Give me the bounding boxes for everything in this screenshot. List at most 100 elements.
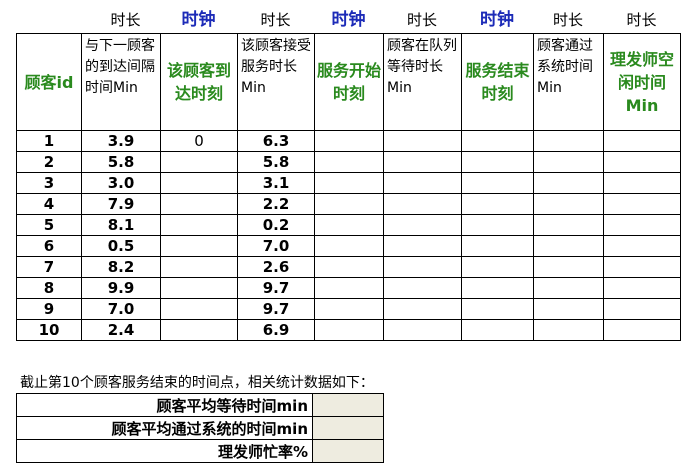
cell-arrival-time[interactable] bbox=[160, 235, 238, 257]
header-service-duration: 该顾客接受服务时长Min bbox=[237, 33, 315, 131]
cell-service-start[interactable] bbox=[314, 298, 384, 320]
cell-queue-wait[interactable] bbox=[383, 130, 462, 152]
table-row: 9 7.0 9.7 bbox=[16, 298, 681, 320]
cell-arrival-time[interactable]: 0 bbox=[160, 130, 238, 152]
cell-customer-id[interactable]: 10 bbox=[16, 319, 82, 341]
cell-barber-idle[interactable] bbox=[603, 277, 681, 299]
cell-queue-wait[interactable] bbox=[383, 235, 462, 257]
cell-system-time[interactable] bbox=[533, 256, 604, 278]
cell-system-time[interactable] bbox=[533, 193, 604, 215]
cell-customer-id[interactable]: 2 bbox=[16, 151, 82, 173]
cell-service-duration[interactable]: 7.0 bbox=[237, 235, 315, 257]
cell-customer-id[interactable]: 8 bbox=[16, 277, 82, 299]
stat-value-avg-wait[interactable] bbox=[312, 393, 384, 417]
cell-service-end[interactable] bbox=[461, 214, 534, 236]
cell-arrival-interval[interactable]: 8.2 bbox=[81, 256, 161, 278]
cell-arrival-interval[interactable]: 3.9 bbox=[81, 130, 161, 152]
cell-service-duration[interactable]: 9.7 bbox=[237, 277, 315, 299]
cell-arrival-interval[interactable]: 9.9 bbox=[81, 277, 161, 299]
cell-barber-idle[interactable] bbox=[603, 151, 681, 173]
cell-customer-id[interactable]: 5 bbox=[16, 214, 82, 236]
cell-queue-wait[interactable] bbox=[383, 151, 462, 173]
cell-arrival-time[interactable] bbox=[160, 151, 238, 173]
cell-service-start[interactable] bbox=[314, 130, 384, 152]
cell-queue-wait[interactable] bbox=[383, 319, 462, 341]
cell-arrival-time[interactable] bbox=[160, 172, 238, 194]
cell-arrival-time[interactable] bbox=[160, 277, 238, 299]
cell-service-start[interactable] bbox=[314, 172, 384, 194]
stats-row: 顾客平均等待时间min bbox=[16, 393, 384, 417]
cell-service-start[interactable] bbox=[314, 214, 384, 236]
cell-service-duration[interactable]: 5.8 bbox=[237, 151, 315, 173]
cell-customer-id[interactable]: 3 bbox=[16, 172, 82, 194]
cell-service-start[interactable] bbox=[314, 235, 384, 257]
cell-queue-wait[interactable] bbox=[383, 256, 462, 278]
cell-service-duration[interactable]: 9.7 bbox=[237, 298, 315, 320]
cell-queue-wait[interactable] bbox=[383, 172, 462, 194]
cell-system-time[interactable] bbox=[533, 319, 604, 341]
cell-arrival-interval[interactable]: 3.0 bbox=[81, 172, 161, 194]
cell-queue-wait[interactable] bbox=[383, 277, 462, 299]
type-label-duration: 时长 bbox=[260, 11, 291, 29]
cell-customer-id[interactable]: 9 bbox=[16, 298, 82, 320]
cell-barber-idle[interactable] bbox=[603, 319, 681, 341]
cell-barber-idle[interactable] bbox=[603, 298, 681, 320]
cell-customer-id[interactable]: 7 bbox=[16, 256, 82, 278]
cell-arrival-interval[interactable]: 7.9 bbox=[81, 193, 161, 215]
cell-service-duration[interactable]: 0.2 bbox=[237, 214, 315, 236]
cell-system-time[interactable] bbox=[533, 172, 604, 194]
cell-service-end[interactable] bbox=[461, 277, 534, 299]
cell-arrival-time[interactable] bbox=[160, 298, 238, 320]
table-header-row: 顾客id 与下一顾客的到达间隔时间Min 该顾客到达时刻 该顾客接受服务时长Mi… bbox=[16, 33, 681, 131]
cell-arrival-time[interactable] bbox=[160, 319, 238, 341]
table-row: 4 7.9 2.2 bbox=[16, 193, 681, 215]
cell-system-time[interactable] bbox=[533, 277, 604, 299]
cell-service-duration[interactable]: 2.2 bbox=[237, 193, 315, 215]
cell-service-end[interactable] bbox=[461, 298, 534, 320]
cell-barber-idle[interactable] bbox=[603, 214, 681, 236]
cell-barber-idle[interactable] bbox=[603, 193, 681, 215]
cell-service-duration[interactable]: 2.6 bbox=[237, 256, 315, 278]
cell-system-time[interactable] bbox=[533, 214, 604, 236]
cell-barber-idle[interactable] bbox=[603, 130, 681, 152]
cell-service-start[interactable] bbox=[314, 277, 384, 299]
cell-arrival-interval[interactable]: 2.4 bbox=[81, 319, 161, 341]
cell-customer-id[interactable]: 1 bbox=[16, 130, 82, 152]
cell-customer-id[interactable]: 6 bbox=[16, 235, 82, 257]
cell-service-start[interactable] bbox=[314, 193, 384, 215]
cell-system-time[interactable] bbox=[533, 130, 604, 152]
cell-customer-id[interactable]: 4 bbox=[16, 193, 82, 215]
cell-arrival-interval[interactable]: 7.0 bbox=[81, 298, 161, 320]
cell-service-start[interactable] bbox=[314, 151, 384, 173]
cell-arrival-interval[interactable]: 5.8 bbox=[81, 151, 161, 173]
stat-value-busy-rate[interactable] bbox=[312, 439, 384, 463]
cell-service-end[interactable] bbox=[461, 130, 534, 152]
cell-arrival-interval[interactable]: 8.1 bbox=[81, 214, 161, 236]
cell-service-end[interactable] bbox=[461, 172, 534, 194]
cell-system-time[interactable] bbox=[533, 235, 604, 257]
cell-service-end[interactable] bbox=[461, 235, 534, 257]
cell-service-end[interactable] bbox=[461, 151, 534, 173]
cell-service-duration[interactable]: 6.3 bbox=[237, 130, 315, 152]
cell-barber-idle[interactable] bbox=[603, 172, 681, 194]
cell-system-time[interactable] bbox=[533, 151, 604, 173]
cell-service-end[interactable] bbox=[461, 193, 534, 215]
cell-arrival-time[interactable] bbox=[160, 256, 238, 278]
cell-arrival-interval[interactable]: 0.5 bbox=[81, 235, 161, 257]
cell-arrival-time[interactable] bbox=[160, 214, 238, 236]
cell-barber-idle[interactable] bbox=[603, 235, 681, 257]
cell-service-duration[interactable]: 6.9 bbox=[237, 319, 315, 341]
cell-barber-idle[interactable] bbox=[603, 256, 681, 278]
stats-row: 理发师忙率% bbox=[16, 439, 384, 463]
cell-queue-wait[interactable] bbox=[383, 298, 462, 320]
cell-arrival-time[interactable] bbox=[160, 193, 238, 215]
stat-value-avg-system-time[interactable] bbox=[312, 416, 384, 440]
cell-queue-wait[interactable] bbox=[383, 193, 462, 215]
cell-queue-wait[interactable] bbox=[383, 214, 462, 236]
cell-service-end[interactable] bbox=[461, 256, 534, 278]
cell-system-time[interactable] bbox=[533, 298, 604, 320]
cell-service-duration[interactable]: 3.1 bbox=[237, 172, 315, 194]
cell-service-start[interactable] bbox=[314, 319, 384, 341]
cell-service-start[interactable] bbox=[314, 256, 384, 278]
cell-service-end[interactable] bbox=[461, 319, 534, 341]
